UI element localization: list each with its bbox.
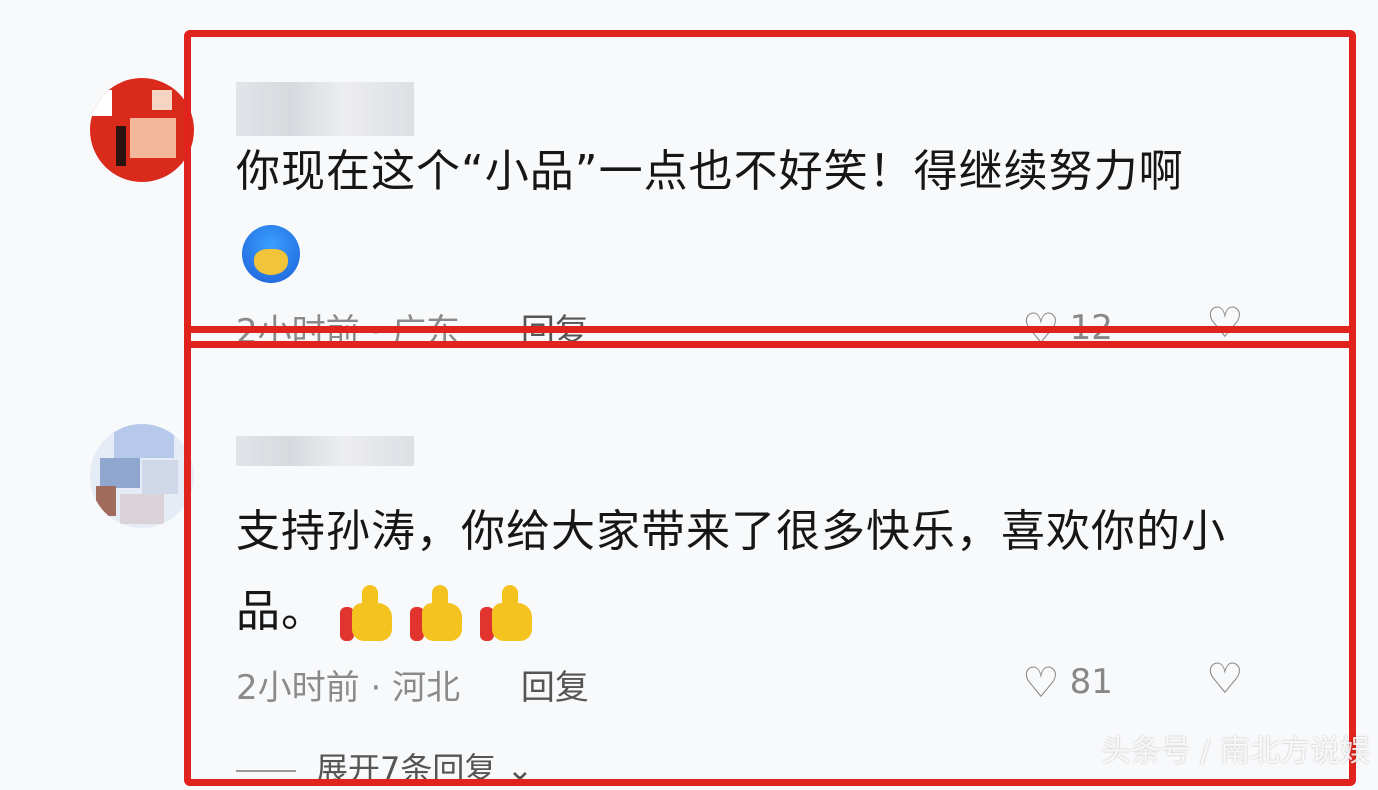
watermark: 头条号 / 南北方说娱 [1100,734,1370,769]
highlight-frame [184,326,1356,786]
avatar[interactable] [90,424,194,528]
avatar[interactable] [90,78,194,182]
highlight-frame [184,30,1356,348]
